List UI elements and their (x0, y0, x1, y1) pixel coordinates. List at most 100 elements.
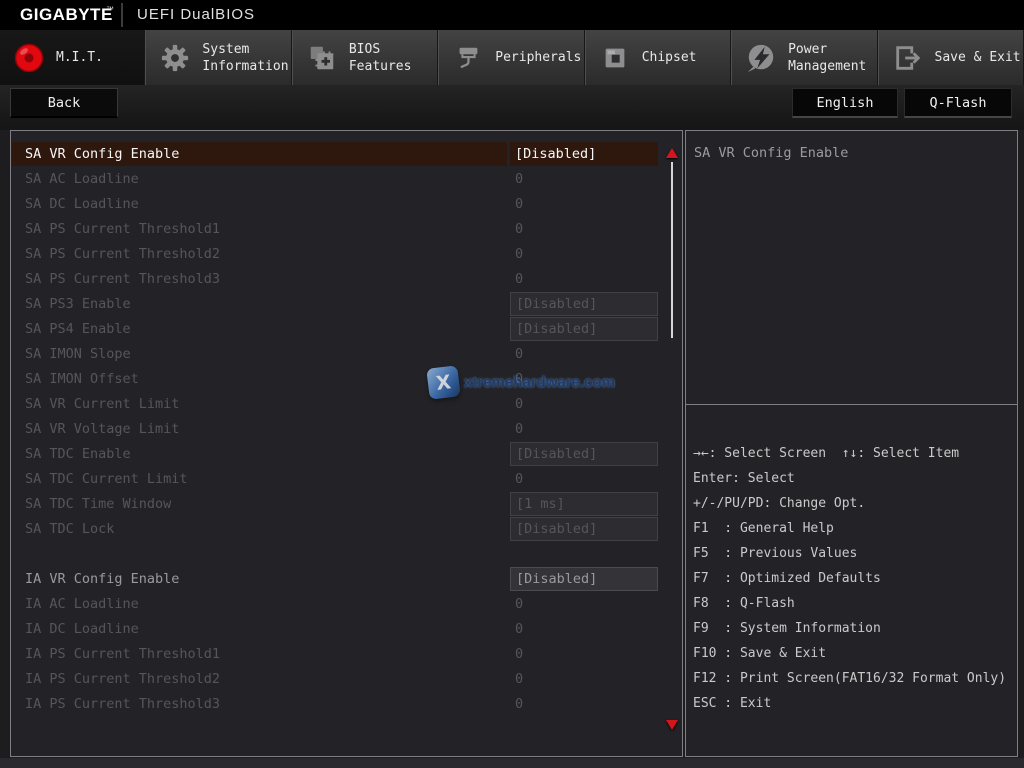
tab-label: Peripherals (495, 49, 581, 66)
setting-value[interactable]: [1 ms] (510, 492, 658, 516)
tab-bar: M.I.T. SystemInformation BIOSFeatures Pe… (0, 30, 1024, 85)
mit-icon (11, 39, 47, 77)
setting-value[interactable]: 0 (510, 417, 658, 441)
help-key-line: F1 : General Help (693, 516, 1017, 541)
gear-icon (157, 39, 193, 77)
product-title: UEFI DualBIOS (137, 6, 255, 23)
watermark-text: xtremehardware.com (464, 374, 615, 391)
help-divider (686, 404, 1017, 405)
qflash-button[interactable]: Q-Flash (904, 88, 1012, 118)
language-button[interactable]: English (792, 88, 898, 118)
top-bar: GIGABYTE ™ UEFI DualBIOS (0, 0, 1024, 30)
setting-value[interactable]: 0 (510, 217, 658, 241)
tab-power-management[interactable]: PowerManagement (731, 30, 877, 85)
setting-row[interactable]: SA PS Current Threshold20 (12, 242, 667, 267)
setting-value[interactable]: 0 (510, 167, 658, 191)
setting-label: SA PS Current Threshold1 (12, 217, 507, 241)
setting-row[interactable]: SA DC Loadline0 (12, 192, 667, 217)
bottom-strip (0, 758, 1024, 768)
help-key-line: F10 : Save & Exit (693, 641, 1017, 666)
setting-value[interactable]: 0 (510, 342, 658, 366)
power-icon (743, 39, 779, 77)
setting-label: SA TDC Enable (12, 442, 507, 466)
setting-value[interactable]: 0 (510, 267, 658, 291)
setting-row[interactable]: IA AC Loadline0 (12, 592, 667, 617)
scroll-down-icon[interactable] (666, 720, 678, 730)
tab-label: Save & Exit (935, 49, 1021, 66)
setting-label: SA TDC Lock (12, 517, 507, 541)
setting-value[interactable]: [Disabled] (510, 517, 658, 541)
help-key-line: F5 : Previous Values (693, 541, 1017, 566)
setting-label: IA DC Loadline (12, 617, 507, 641)
toolbar: Back English Q-Flash (0, 85, 1024, 130)
tab-peripherals[interactable]: Peripherals (438, 30, 584, 85)
setting-row[interactable]: SA TDC Time Window[1 ms] (12, 492, 667, 517)
help-keys: →←: Select Screen ↑↓: Select ItemEnter: … (693, 441, 1017, 716)
settings-panel: SA VR Config Enable[Disabled]SA AC Loadl… (10, 130, 683, 757)
setting-row[interactable]: SA PS4 Enable[Disabled] (12, 317, 667, 342)
setting-value[interactable]: [Disabled] (510, 567, 658, 591)
setting-value[interactable]: 0 (510, 592, 658, 616)
setting-label: SA PS Current Threshold2 (12, 242, 507, 266)
setting-value[interactable]: 0 (510, 467, 658, 491)
setting-value[interactable]: 0 (510, 242, 658, 266)
setting-value[interactable]: 0 (510, 617, 658, 641)
tab-label: BIOSFeatures (349, 41, 412, 75)
setting-label: SA DC Loadline (12, 192, 507, 216)
setting-label: IA PS Current Threshold3 (12, 692, 507, 716)
trademark-symbol: ™ (106, 5, 114, 14)
setting-value[interactable]: 0 (510, 192, 658, 216)
chipset-icon (597, 39, 633, 77)
setting-value[interactable]: 0 (510, 692, 658, 716)
setting-value[interactable]: [Disabled] (510, 292, 658, 316)
scroll-up-icon[interactable] (666, 148, 678, 158)
setting-row[interactable]: SA TDC Lock[Disabled] (12, 517, 667, 542)
save-exit-icon (890, 39, 926, 77)
help-key-line: +/-/PU/PD: Change Opt. (693, 491, 1017, 516)
setting-value[interactable]: 0 (510, 642, 658, 666)
tab-mit[interactable]: M.I.T. (0, 30, 145, 85)
setting-row[interactable]: IA PS Current Threshold20 (12, 667, 667, 692)
setting-row[interactable]: SA TDC Current Limit0 (12, 467, 667, 492)
setting-label: IA AC Loadline (12, 592, 507, 616)
setting-label: SA PS4 Enable (12, 317, 507, 341)
setting-row[interactable]: IA PS Current Threshold30 (12, 692, 667, 717)
help-key-line: F9 : System Information (693, 616, 1017, 641)
setting-label: IA PS Current Threshold2 (12, 667, 507, 691)
tab-system-information[interactable]: SystemInformation (145, 30, 291, 85)
tab-label: SystemInformation (202, 41, 288, 75)
bios-screen: GIGABYTE ™ UEFI DualBIOS M.I.T. SystemIn… (0, 0, 1024, 768)
setting-row[interactable]: SA VR Voltage Limit0 (12, 417, 667, 442)
setting-value[interactable]: [Disabled] (510, 142, 658, 166)
setting-row[interactable]: SA PS3 Enable[Disabled] (12, 292, 667, 317)
topbar-divider (121, 3, 123, 27)
setting-row[interactable]: IA DC Loadline0 (12, 617, 667, 642)
help-key-line: F12 : Print Screen(FAT16/32 Format Only) (693, 666, 1017, 691)
scrollbar-thumb[interactable] (671, 162, 673, 338)
setting-value[interactable]: 0 (510, 667, 658, 691)
setting-row[interactable]: SA AC Loadline0 (12, 167, 667, 192)
gigabyte-logo: GIGABYTE (20, 5, 113, 25)
setting-label: SA VR Config Enable (12, 142, 507, 166)
setting-value[interactable]: [Disabled] (510, 317, 658, 341)
setting-value[interactable]: [Disabled] (510, 442, 658, 466)
setting-row[interactable]: IA VR Config Enable[Disabled] (12, 567, 667, 592)
setting-row[interactable]: SA PS Current Threshold30 (12, 267, 667, 292)
setting-label: IA PS Current Threshold1 (12, 642, 507, 666)
tab-label: PowerManagement (788, 41, 866, 75)
tab-bios-features[interactable]: BIOSFeatures (292, 30, 438, 85)
setting-row[interactable]: SA PS Current Threshold10 (12, 217, 667, 242)
tab-label: Chipset (642, 49, 697, 66)
tab-chipset[interactable]: Chipset (585, 30, 731, 85)
tab-save-exit[interactable]: Save & Exit (878, 30, 1024, 85)
help-key-line: F7 : Optimized Defaults (693, 566, 1017, 591)
setting-row[interactable]: SA VR Config Enable[Disabled] (12, 142, 667, 167)
setting-row[interactable]: IA PS Current Threshold10 (12, 642, 667, 667)
setting-row[interactable]: SA IMON Slope0 (12, 342, 667, 367)
setting-label: SA TDC Time Window (12, 492, 507, 516)
scrollbar[interactable] (664, 131, 681, 756)
setting-row[interactable]: SA TDC Enable[Disabled] (12, 442, 667, 467)
back-button[interactable]: Back (10, 88, 118, 118)
setting-label: SA AC Loadline (12, 167, 507, 191)
setting-label: IA VR Config Enable (12, 567, 507, 591)
